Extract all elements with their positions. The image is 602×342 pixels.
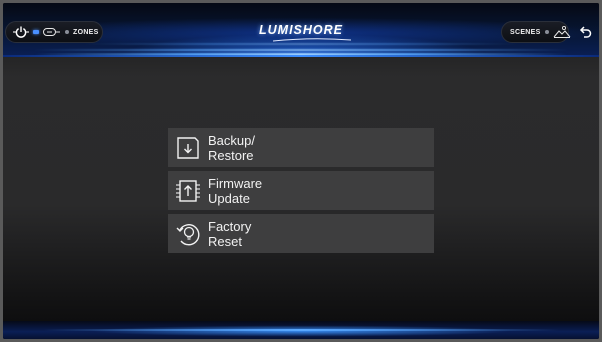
scenes-control-pill: SCENES bbox=[501, 21, 571, 43]
factory-reset-button[interactable]: Factory Reset bbox=[168, 214, 434, 253]
settings-menu: Backup/ Restore Firmware Update Factory … bbox=[168, 128, 434, 257]
floppy-download-icon bbox=[177, 136, 199, 159]
firmware-update-label: Firmware Update bbox=[208, 175, 263, 206]
power-icon bbox=[13, 26, 29, 38]
separator-dot bbox=[544, 30, 549, 34]
zones-label: ZONES bbox=[73, 28, 99, 36]
factory-reset-label: Factory Reset bbox=[208, 218, 252, 249]
footer-bar bbox=[3, 321, 599, 339]
back-button[interactable] bbox=[575, 22, 595, 42]
logo-swoosh bbox=[273, 38, 351, 42]
backup-restore-label: Backup/ Restore bbox=[208, 132, 255, 163]
zones-control-pill: ZONES bbox=[5, 21, 103, 43]
zone-light-icon bbox=[43, 28, 60, 36]
separator-dot bbox=[65, 30, 69, 34]
firmware-update-button[interactable]: Firmware Update bbox=[168, 171, 434, 210]
scenes-label: SCENES bbox=[510, 28, 541, 36]
status-led bbox=[33, 30, 39, 34]
scenes-button[interactable]: SCENES bbox=[510, 25, 571, 39]
power-button[interactable] bbox=[11, 24, 31, 40]
scenes-mountain-icon bbox=[553, 25, 570, 38]
chip-upload-icon bbox=[176, 179, 200, 202]
zones-button[interactable]: ZONES bbox=[41, 27, 99, 37]
app-window: ZONES LUMISHORE SCENES Backup/ Restore F… bbox=[3, 3, 599, 339]
backup-restore-button[interactable]: Backup/ Restore bbox=[168, 128, 434, 167]
back-arrow-icon bbox=[579, 26, 592, 38]
reset-bulb-icon bbox=[176, 223, 200, 245]
